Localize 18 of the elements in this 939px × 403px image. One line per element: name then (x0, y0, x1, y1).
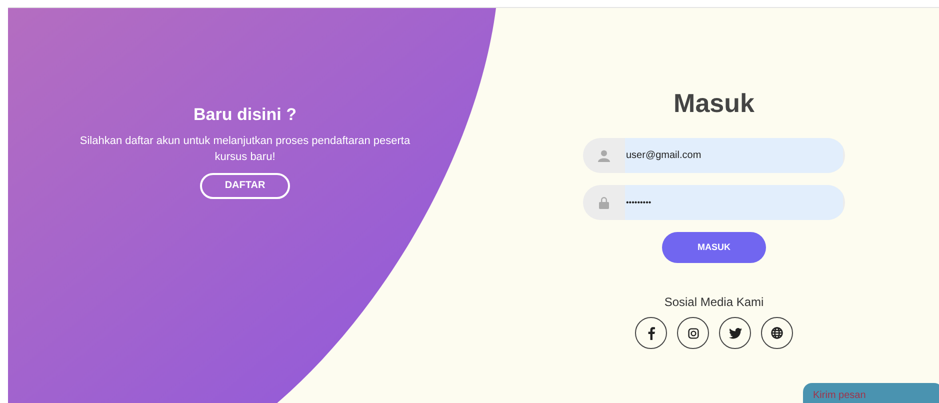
panel-text: Silahkan daftar akun untuk melanjutkan proses pendaftaran peserta kursus baru! (78, 134, 412, 164)
social-link[interactable] (761, 317, 793, 349)
instagram-icon (688, 328, 698, 338)
social-link[interactable] (635, 317, 667, 349)
bird-icon (728, 328, 742, 338)
social-link[interactable] (677, 317, 709, 349)
globe-icon (771, 327, 783, 339)
signup-button[interactable]: DAFTAR (200, 172, 290, 198)
facebook-icon (648, 326, 654, 340)
email-field[interactable]: user@gmail.com (625, 138, 843, 173)
password-field[interactable]: ••••••••• (625, 185, 843, 220)
lock-icon (598, 196, 610, 209)
social-title: Sosial Media Kami (664, 294, 764, 311)
login-button[interactable]: MASUK (662, 232, 766, 263)
user-icon (598, 150, 610, 162)
panel-title: Baru disini ? (194, 104, 296, 126)
login-title: Masuk (674, 87, 754, 120)
social-link[interactable] (719, 317, 751, 349)
